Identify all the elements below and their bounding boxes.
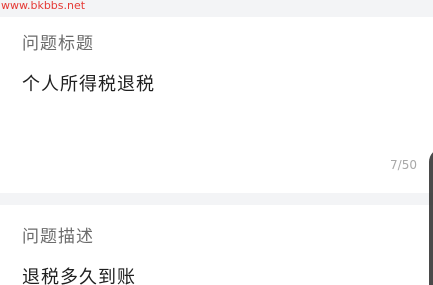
question-description-card: 问题描述 退税多久到账: [0, 205, 433, 285]
question-title-input[interactable]: 个人所得税退税: [22, 70, 155, 96]
question-description-input[interactable]: 退税多久到账: [22, 263, 136, 285]
character-counter: 7/50: [390, 158, 417, 172]
question-description-label: 问题描述: [22, 227, 94, 247]
question-title-label: 问题标题: [22, 34, 94, 54]
question-title-card: 问题标题 个人所得税退税 7/50: [0, 17, 433, 193]
ask-question-screen: www.bkbbs.net 问题标题 个人所得税退税 7/50 问题描述 退税多…: [0, 0, 433, 285]
watermark-text: www.bkbbs.net: [1, 0, 86, 12]
